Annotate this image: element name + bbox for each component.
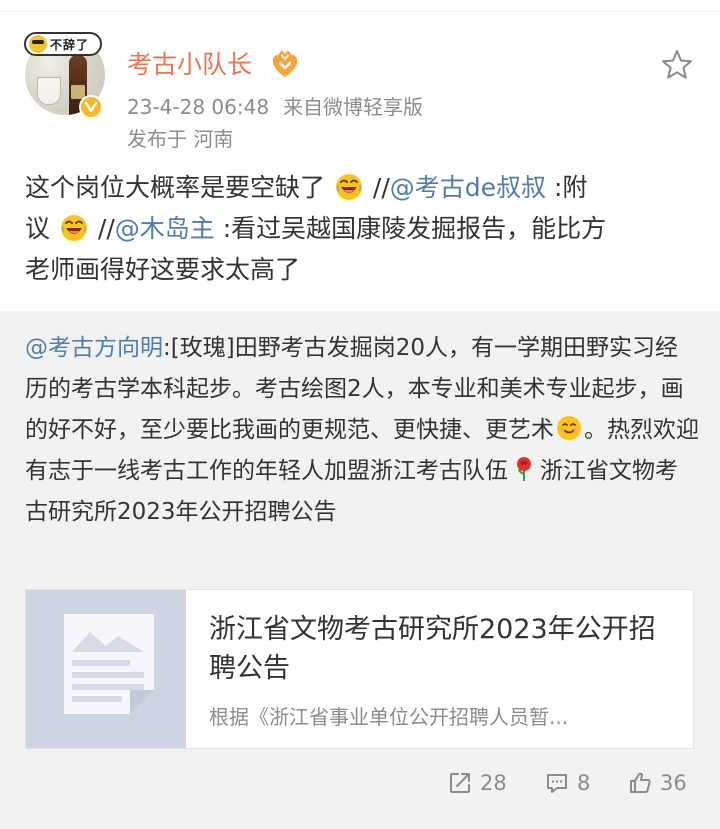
post-meta: 23-4-28 06:48 来自微博轻享版 bbox=[127, 93, 423, 121]
like-count: 36 bbox=[660, 771, 687, 795]
like-button[interactable]: 36 bbox=[628, 771, 687, 795]
laugh-emoji-icon bbox=[335, 174, 362, 200]
post-timestamp: 23-4-28 06:48 bbox=[127, 95, 270, 119]
share-button[interactable]: 28 bbox=[448, 771, 507, 795]
share-count: 28 bbox=[480, 771, 507, 795]
like-icon bbox=[630, 772, 651, 793]
post-text-segment: 议 bbox=[25, 214, 51, 243]
repost-block[interactable]: @考古方向明:[玫瑰]田野考古发掘岗20人，有一学期田野实习经历的考古学本科起步… bbox=[0, 311, 720, 829]
repost-author-mention[interactable]: @考古方向明 bbox=[25, 335, 163, 361]
comment-button[interactable]: 8 bbox=[545, 771, 590, 795]
sunglasses-face-icon bbox=[29, 35, 47, 53]
post-location: 发布于 河南 bbox=[127, 127, 234, 151]
post-text-separator: // bbox=[97, 214, 115, 243]
username[interactable]: 考古小队长 bbox=[127, 48, 252, 82]
star-icon[interactable] bbox=[660, 48, 694, 82]
article-card-title[interactable]: 浙江省文物考古研究所2023年公开招聘公告 bbox=[209, 610, 679, 688]
sticker-text: 不辞了 bbox=[50, 37, 90, 52]
article-card-description: 根据《浙江省事业单位公开招聘人员暂... bbox=[209, 705, 569, 729]
post-line-3: 老师画得好这要求太高了 bbox=[25, 255, 301, 284]
post-text-segment: :附 bbox=[546, 173, 588, 202]
post-text-separator: // bbox=[372, 173, 390, 202]
post-text: 这个岗位大概率是要空缺了 //@考古de叔叔 :附 议 //@木岛主 :看过吴越… bbox=[25, 167, 705, 290]
action-bar: 28 8 36 bbox=[0, 771, 720, 811]
smile-emoji-icon bbox=[557, 416, 581, 440]
laugh-emoji-icon bbox=[60, 215, 87, 241]
article-card[interactable]: 浙江省文物考古研究所2023年公开招聘公告 根据《浙江省事业单位公开招聘人员暂.… bbox=[25, 589, 694, 749]
comment-icon bbox=[547, 774, 567, 793]
article-thumbnail-icon bbox=[26, 590, 186, 748]
rose-emoji-icon bbox=[517, 457, 531, 481]
share-icon bbox=[450, 773, 470, 793]
top-divider bbox=[0, 11, 720, 12]
post-text-segment: 这个岗位大概率是要空缺了 bbox=[25, 173, 326, 202]
vip-badge-icon[interactable] bbox=[270, 51, 300, 79]
post-text-segment: :看过吴越国康陵发掘报告，能比方 bbox=[214, 214, 607, 243]
repost-text: @考古方向明:[玫瑰]田野考古发掘岗20人，有一学期田野实习经历的考古学本科起步… bbox=[25, 328, 700, 533]
avatar-glass bbox=[37, 77, 61, 105]
post-source[interactable]: 来自微博轻享版 bbox=[283, 95, 423, 119]
post-line-1: 这个岗位大概率是要空缺了 //@考古de叔叔 :附 bbox=[25, 167, 705, 208]
mention-link[interactable]: @木岛主 bbox=[115, 214, 215, 243]
mention-link[interactable]: @考古de叔叔 bbox=[390, 173, 546, 202]
avatar-sticker: 不辞了 bbox=[24, 32, 102, 56]
comment-count: 8 bbox=[577, 771, 591, 795]
post-line-2: 议 //@木岛主 :看过吴越国康陵发掘报告，能比方 bbox=[25, 208, 705, 249]
verified-icon bbox=[79, 95, 103, 119]
